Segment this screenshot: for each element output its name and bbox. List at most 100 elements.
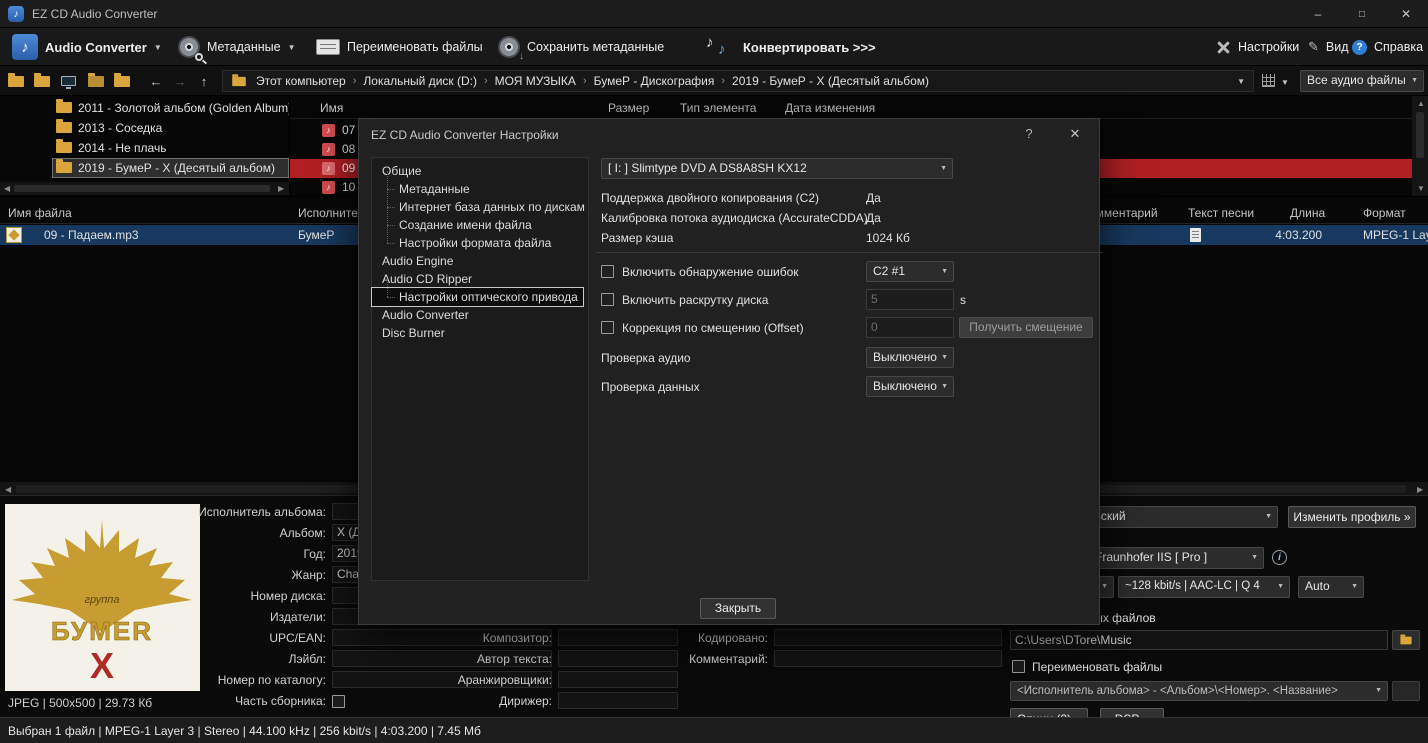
tree-folder[interactable]: 2013 - Соседка [0, 118, 289, 138]
folder-browse-button[interactable] [86, 71, 106, 91]
encoded-field[interactable] [774, 629, 1002, 646]
forward-button[interactable]: → [170, 71, 190, 91]
breadcrumb-separator-icon: › [483, 75, 488, 87]
encoder-select[interactable]: Fraunhofer IIS [ Pro ] ▼ [1088, 547, 1264, 569]
view-mode-caret-icon[interactable]: ▼ [1281, 78, 1289, 87]
music-folder-button[interactable] [112, 71, 132, 91]
maximize-button[interactable]: □ [1340, 0, 1384, 28]
scroll-left-icon[interactable]: ◀ [5, 485, 11, 494]
breadcrumb-item[interactable]: БумеР - Дискография [594, 74, 715, 88]
scroll-down-icon[interactable]: ▼ [1417, 184, 1425, 193]
column-header-type[interactable]: Тип элемента [680, 101, 756, 115]
column-header-size[interactable]: Размер [608, 101, 649, 115]
label-label: Лэйбл: [288, 652, 326, 666]
rename-files-checkbox[interactable] [1012, 660, 1025, 673]
column-header-filename[interactable]: Имя файла [8, 206, 72, 220]
tree-folder-label: 2014 - Не плачь [78, 141, 167, 155]
cache-size-value: 1024 Кб [866, 231, 910, 245]
dialog-close-button[interactable]: ✕ [1065, 126, 1085, 142]
c2-mode-select[interactable]: C2 #1 ▼ [866, 261, 954, 282]
verify-data-select[interactable]: Выключено ▼ [866, 376, 954, 397]
change-profile-button[interactable]: Изменить профиль » [1288, 506, 1416, 528]
folder-icon [8, 72, 24, 87]
breadcrumb-item[interactable]: 2019 - БумеР - X (Десятый альбом) [732, 74, 929, 88]
toolbar: ♪ Audio Converter ▼ Метаданные ▼ Переиме… [0, 28, 1428, 66]
minimize-button[interactable]: – [1296, 0, 1340, 28]
browse-folder-button[interactable] [1392, 630, 1420, 650]
breadcrumb-item[interactable]: Локальный диск (D:) [363, 74, 477, 88]
file-filter-select[interactable]: Все аудио файлы ▼ [1300, 70, 1424, 92]
scroll-right-icon[interactable]: ▶ [1417, 485, 1423, 494]
comment-label: Комментарий: [689, 652, 768, 666]
dialog-help-button[interactable]: ? [1019, 126, 1039, 141]
nav-item-audio-converter[interactable]: Audio Converter [372, 306, 588, 324]
save-metadata-button[interactable]: ↓ Сохранить метаданные [498, 28, 664, 66]
file-list-vscrollbar[interactable]: ▲ ▼ [1412, 96, 1428, 196]
scrollbar-thumb[interactable] [1416, 112, 1424, 158]
scrollbar-thumb[interactable] [14, 185, 270, 192]
nav-item-metadata[interactable]: Метаданные [372, 171, 588, 198]
rename-files-button[interactable]: Переименовать файлы [316, 28, 483, 66]
scroll-up-icon[interactable]: ▲ [1417, 99, 1425, 108]
column-header-format[interactable]: Формат [1363, 206, 1406, 220]
nav-item-disc-burner[interactable]: Disc Burner [372, 324, 588, 342]
new-folder-button[interactable] [6, 71, 26, 91]
up-button[interactable]: ↑ [194, 71, 214, 91]
tree-folder[interactable]: 2014 - Не плачь [0, 138, 289, 158]
nav-item-cd-ripper[interactable]: Audio CD Ripper [372, 270, 588, 288]
breadcrumb-item[interactable]: Этот компьютер [256, 74, 346, 88]
channels-select[interactable]: Auto ▼ [1298, 576, 1364, 598]
drive-select[interactable]: [ I: ] Slimtype DVD A DS8A8SH KX12 ▼ [601, 158, 953, 179]
view-button[interactable]: ✎ Вид [1308, 28, 1349, 66]
view-mode-button[interactable] [1262, 74, 1275, 87]
convert-button[interactable]: ♪ ♪ Конвертировать >>> [706, 28, 876, 66]
arranger-field[interactable] [558, 671, 678, 688]
scroll-left-icon[interactable]: ◀ [4, 184, 10, 193]
error-detection-checkbox[interactable] [601, 265, 614, 278]
filename-pattern-select[interactable]: <Исполнитель альбома> - <Альбом>\<Номер>… [1010, 681, 1388, 701]
close-button[interactable]: ✕ [1384, 0, 1428, 28]
column-header-lyrics[interactable]: Текст песни [1188, 206, 1254, 220]
pattern-extra-button[interactable] [1392, 681, 1420, 701]
nav-item-audio-engine[interactable]: Audio Engine [372, 252, 588, 270]
comment-field[interactable] [774, 650, 1002, 667]
tree-folder[interactable]: 2011 - Золотой альбом (Golden Album) [0, 98, 289, 118]
close-settings-button[interactable]: Закрыть [700, 598, 776, 619]
offset-value-field[interactable]: 0 [866, 317, 954, 338]
nav-item-optical-drive-selected[interactable]: Настройки оптического привода [371, 279, 584, 307]
spinup-checkbox[interactable] [601, 293, 614, 306]
address-dropdown-icon[interactable]: ▼ [1237, 77, 1245, 86]
spinup-seconds-field[interactable]: 5 [866, 289, 954, 310]
column-header-date[interactable]: Дата изменения [785, 101, 875, 115]
get-offset-button[interactable]: Получить смещение [959, 317, 1093, 338]
offset-checkbox[interactable] [601, 321, 614, 334]
chevron-down-icon: ▼ [1411, 77, 1418, 84]
status-text: Выбран 1 файл | MPEG-1 Layer 3 | Stereo … [8, 724, 481, 738]
column-header-name[interactable]: Имя [320, 101, 343, 115]
tree-folder-label: 2013 - Соседка [78, 121, 163, 135]
computer-button[interactable] [58, 71, 78, 91]
help-button[interactable]: ? Справка [1352, 28, 1423, 66]
scroll-right-icon[interactable]: ▶ [278, 184, 284, 193]
bitrate-select[interactable]: ~128 kbit/s | AAC-LC | Q 4 ▼ [1118, 576, 1290, 598]
nav-item-file-format[interactable]: Настройки формата файла [372, 225, 588, 252]
settings-button[interactable]: Настройки [1216, 28, 1299, 66]
compilation-checkbox[interactable] [332, 695, 345, 708]
encoder-info-icon[interactable]: i [1272, 550, 1287, 565]
nav-item-general[interactable]: Общие [372, 162, 588, 180]
output-path-field[interactable]: C:\Users\DTore\Music [1010, 630, 1388, 650]
nav-item-filename-creation[interactable]: Создание имени файла [372, 207, 588, 234]
verify-audio-select[interactable]: Выключено ▼ [866, 347, 954, 368]
conductor-field[interactable] [558, 692, 678, 709]
column-header-length[interactable]: Длина [1290, 206, 1325, 220]
tree-folder-selected[interactable]: 2019 - БумеР - X (Десятый альбом) [0, 158, 289, 178]
nav-item-internet-db[interactable]: Интернет база данных по дискам [372, 189, 588, 216]
breadcrumb-item[interactable]: МОЯ МУЗЫКА [495, 74, 576, 88]
save-folder-button[interactable] [32, 71, 52, 91]
mode-select-button[interactable]: ♪ Audio Converter ▼ [12, 28, 162, 66]
track-format: MPEG-1 Layer 3 [1363, 228, 1428, 242]
tree-hscrollbar[interactable]: ◀ ▶ [0, 182, 289, 195]
metadata-button[interactable]: Метаданные ▼ [178, 28, 296, 66]
back-button[interactable]: ← [146, 71, 166, 91]
chevron-down-icon: ▼ [1251, 554, 1258, 561]
